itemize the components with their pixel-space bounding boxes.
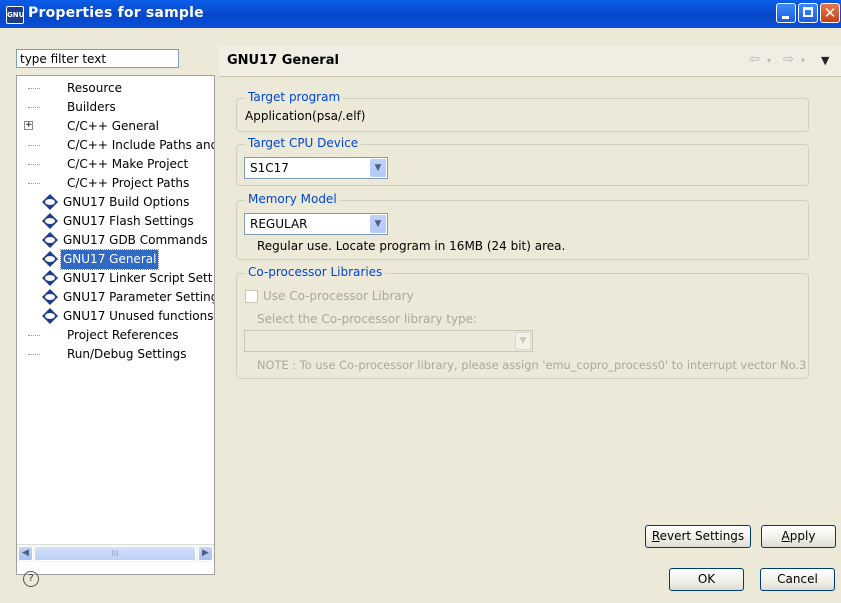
target-cpu-group: Target CPU Device S1C17 ▼: [236, 136, 809, 186]
tree-item-label: Run/Debug Settings: [67, 347, 187, 361]
page-title: GNU17 General: [227, 53, 339, 68]
property-tree[interactable]: Resource Builders + C/C++ General C/C++ Incl…: [16, 75, 215, 575]
tree-item[interactable]: C/C++ Make Project: [17, 155, 214, 174]
tree-item-label: C/C++ Project Paths: [67, 176, 190, 190]
gnu-icon: [42, 213, 58, 229]
tree-item[interactable]: GNU17 Parameter Setting: [17, 288, 214, 307]
minimize-icon: [782, 16, 789, 19]
tree-connector: [28, 164, 40, 165]
window-title: Properties for sample: [28, 5, 204, 21]
property-page: GNU17 General ⇦ ▾ ⇨ ▾ ▼ Target program A…: [219, 46, 841, 576]
chevron-down-icon[interactable]: ▼: [370, 159, 386, 177]
tree-item[interactable]: C/C++ Include Paths and: [17, 136, 214, 155]
ok-button[interactable]: OK: [669, 568, 744, 591]
cancel-button[interactable]: Cancel: [760, 568, 835, 591]
coproc-select-label: Select the Co-processor library type:: [257, 312, 478, 326]
tree-item-label: C/C++ General: [67, 119, 160, 133]
tree-connector: [28, 354, 40, 355]
memory-model-select[interactable]: REGULAR ▼: [244, 213, 388, 235]
apply-label: pply: [789, 529, 816, 543]
maximize-icon: [803, 7, 813, 17]
target-program-label: Target program: [245, 90, 344, 104]
chevron-down-icon[interactable]: ▼: [370, 215, 386, 233]
tree-item-label: GNU17 Linker Script Sett: [63, 271, 213, 285]
tree-item-label: C/C++ Include Paths and: [67, 138, 215, 152]
use-coproc-checkbox[interactable]: [245, 290, 258, 303]
view-menu-icon[interactable]: ▼: [821, 54, 829, 67]
tree-item-label: GNU17 Build Options: [63, 195, 190, 209]
close-button[interactable]: ✕: [820, 3, 840, 23]
tree-connector: [28, 335, 40, 336]
scroll-right-button[interactable]: ▶: [198, 546, 213, 561]
filter-input[interactable]: [16, 49, 179, 68]
coproc-label: Co-processor Libraries: [245, 265, 386, 279]
tree-item-label: GNU17 Flash Settings: [63, 214, 194, 228]
tree-item[interactable]: GNU17 GDB Commands: [17, 231, 214, 250]
gnu-icon: [42, 308, 58, 324]
tree-item[interactable]: GNU17 General: [17, 249, 214, 270]
tree-connector: [28, 107, 40, 108]
close-icon: ✕: [823, 4, 837, 22]
coproc-group: Co-processor Libraries Use Co-processor …: [236, 265, 809, 379]
tree-item[interactable]: Run/Debug Settings: [17, 345, 214, 364]
memory-model-label: Memory Model: [245, 192, 340, 206]
help-icon[interactable]: ?: [23, 571, 39, 587]
tree-item-label: Project References: [67, 328, 179, 342]
tree-item[interactable]: C/C++ Project Paths: [17, 174, 214, 193]
tree-item[interactable]: GNU17 Flash Settings: [17, 212, 214, 231]
coproc-type-select[interactable]: ▼: [244, 330, 533, 352]
gnu-app-icon: GNU: [6, 6, 24, 24]
gnu-icon: [42, 270, 58, 286]
tree-item-label: GNU17 Parameter Setting: [63, 290, 215, 304]
tree-connector: [28, 88, 40, 89]
tree-connector: [28, 145, 40, 146]
back-arrow-icon[interactable]: ⇦: [749, 52, 760, 67]
use-coproc-label: Use Co-processor Library: [263, 289, 414, 303]
tree-item[interactable]: GNU17 Build Options: [17, 193, 214, 212]
tree-item[interactable]: Project References: [17, 326, 214, 345]
tree-item-label: C/C++ Make Project: [67, 157, 189, 171]
memory-model-value: REGULAR: [250, 217, 308, 231]
tree-item-label: GNU17 Unused functions: [63, 309, 214, 323]
tree-item-label: GNU17 GDB Commands: [63, 233, 208, 247]
apply-mnemonic: A: [781, 529, 790, 543]
revert-settings-button[interactable]: Revert Settings: [645, 525, 751, 548]
target-program-value: Application(psa/.elf): [245, 109, 366, 123]
window-titlebar[interactable]: GNU Properties for sample ✕: [0, 0, 841, 28]
scroll-left-button[interactable]: ◀: [18, 546, 33, 561]
tree-connector: [28, 183, 40, 184]
back-dropdown-icon[interactable]: ▾: [767, 56, 771, 65]
tree-item[interactable]: GNU17 Linker Script Sett: [17, 269, 214, 288]
tree-item[interactable]: Builders: [17, 98, 214, 117]
scroll-thumb[interactable]: III: [34, 546, 196, 561]
target-program-group: Target program Application(psa/.elf): [236, 90, 809, 132]
gnu-icon: [42, 232, 58, 248]
coproc-note: NOTE : To use Co-processor library, plea…: [257, 358, 807, 372]
forward-dropdown-icon[interactable]: ▾: [801, 56, 805, 65]
tree-item-label: Resource: [67, 81, 123, 95]
chevron-down-icon[interactable]: ▼: [515, 332, 531, 350]
memory-model-group: Memory Model REGULAR ▼ Regular use. Loca…: [236, 192, 809, 260]
gnu-icon: [42, 194, 58, 210]
forward-arrow-icon[interactable]: ⇨: [783, 52, 794, 67]
expand-icon[interactable]: +: [24, 121, 33, 130]
target-cpu-label: Target CPU Device: [245, 136, 362, 150]
minimize-button[interactable]: [776, 3, 796, 23]
page-header: GNU17 General ⇦ ▾ ⇨ ▾ ▼: [219, 46, 841, 77]
tree-item-label: Builders: [67, 100, 116, 114]
memory-model-description: Regular use. Locate program in 16MB (24 …: [257, 239, 566, 253]
gnu-icon: [42, 251, 58, 267]
apply-button[interactable]: Apply: [761, 525, 836, 548]
tree-item[interactable]: + C/C++ General: [17, 117, 214, 136]
tree-item[interactable]: Resource: [17, 79, 214, 98]
revert-label: evert Settings: [659, 529, 745, 543]
maximize-button[interactable]: [798, 3, 818, 23]
tree-item[interactable]: GNU17 Unused functions: [17, 307, 214, 326]
tree-horizontal-scrollbar[interactable]: ◀ III ▶: [17, 544, 214, 562]
revert-mnemonic: R: [651, 529, 660, 543]
target-cpu-select[interactable]: S1C17 ▼: [244, 157, 388, 179]
gnu-icon: [42, 289, 58, 305]
target-cpu-value: S1C17: [250, 161, 289, 175]
tree-item-label-selected: GNU17 General: [59, 249, 160, 270]
